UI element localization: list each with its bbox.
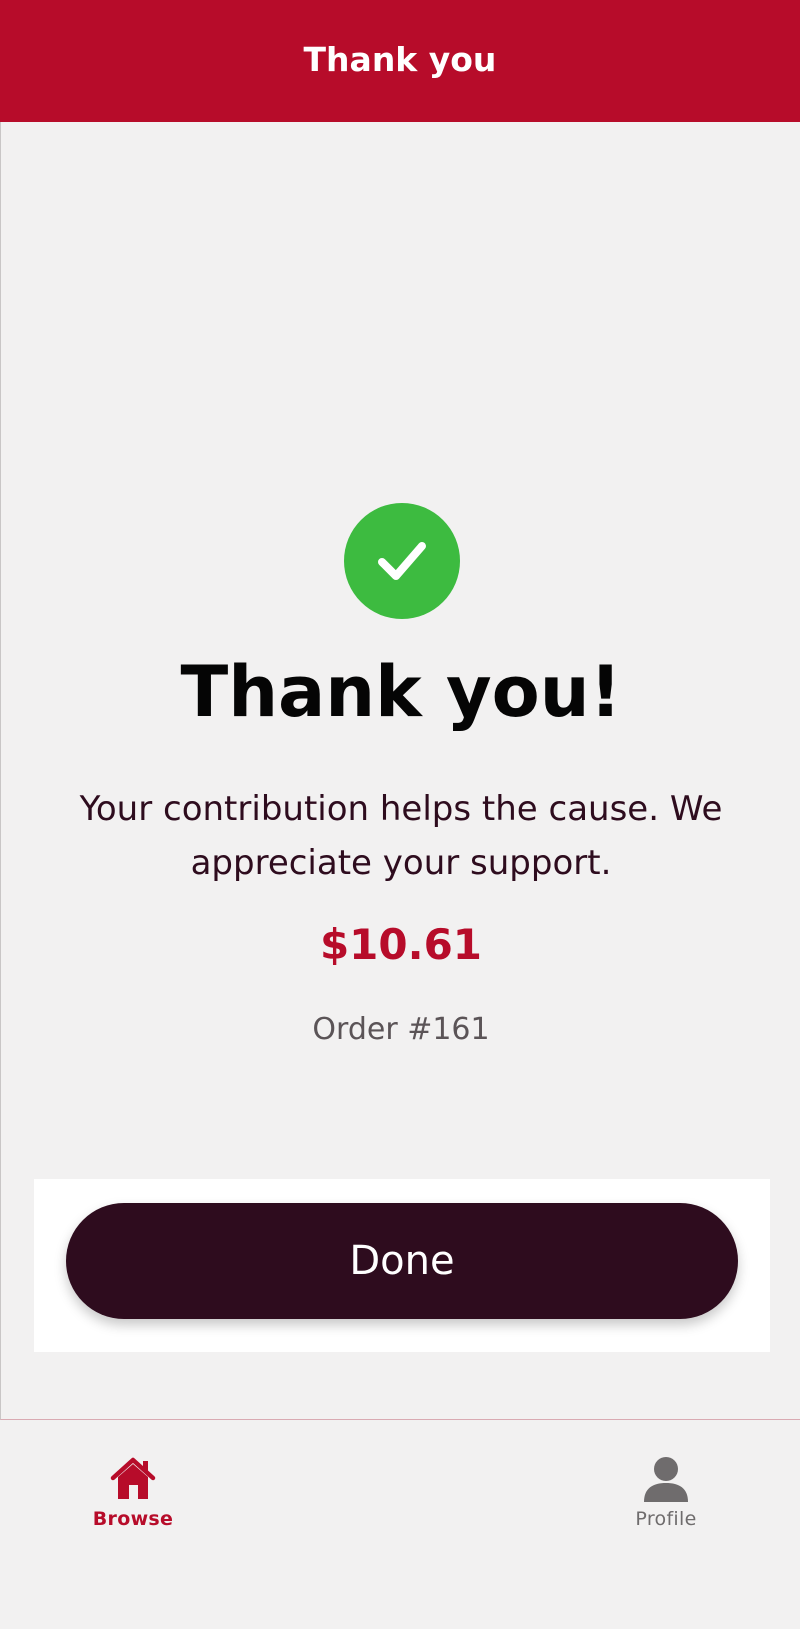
checkmark-icon <box>378 542 426 580</box>
app-screen: Thank you Thank you! Your contribution h… <box>0 0 800 1629</box>
person-icon <box>644 1457 688 1502</box>
bottom-tab-bar: Browse Profile <box>0 1420 800 1629</box>
confirmation-message: Your contribution helps the cause. We ap… <box>79 789 723 883</box>
tab-profile[interactable]: Profile <box>596 1456 736 1530</box>
header-bar: Thank you <box>0 0 800 122</box>
done-button[interactable]: Done <box>66 1203 738 1319</box>
tab-browse[interactable]: Browse <box>63 1456 203 1530</box>
header-title: Thank you <box>303 39 497 79</box>
tab-browse-label: Browse <box>92 1508 174 1530</box>
confirmation-content: Thank you! Your contribution helps the c… <box>0 122 800 1420</box>
home-icon <box>110 1457 156 1499</box>
order-number: Order #161 <box>312 1012 490 1047</box>
tab-profile-label: Profile <box>635 1508 697 1530</box>
thank-you-heading: Thank you! <box>180 651 622 733</box>
contribution-amount: $10.61 <box>319 920 483 969</box>
check-circle-icon <box>344 503 460 619</box>
button-panel: Done <box>34 1179 770 1352</box>
